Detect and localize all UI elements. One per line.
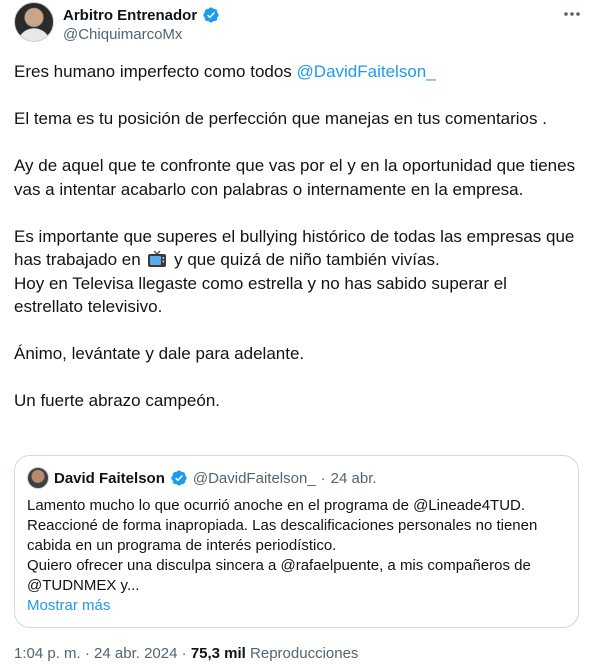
tweet-time[interactable]: 1:04 p. m. xyxy=(14,645,81,662)
tweet-paragraph: Ay de aquel que te confronte que vas por… xyxy=(14,156,576,199)
separator-dot: · xyxy=(320,469,326,487)
verified-badge-icon xyxy=(171,470,187,486)
mention-link[interactable]: @DavidFaitelson_ xyxy=(297,62,436,81)
tweet-paragraph: El tema es tu posición de perfección que… xyxy=(14,109,547,128)
tweet-paragraph: Eres humano imperfecto como todos @David… xyxy=(14,60,580,84)
separator-dot: · xyxy=(84,645,90,662)
verified-badge-icon[interactable] xyxy=(202,6,220,24)
tweet-body: Eres humano imperfecto como todos @David… xyxy=(14,60,580,413)
tweet-date[interactable]: 24 abr. 2024 xyxy=(94,645,177,662)
author-display-name[interactable]: Arbitro Entrenador xyxy=(63,7,197,24)
quoted-author-handle: @DavidFaitelson_ xyxy=(192,469,316,487)
tweet-metadata: 1:04 p. m. · 24 abr. 2024 · 75,3 mil Rep… xyxy=(14,645,358,662)
author-avatar[interactable] xyxy=(14,2,54,42)
separator-dot: · xyxy=(181,645,187,662)
tweet-paragraph: Ánimo, levántate y dale para adelante. xyxy=(14,344,305,363)
author-handle[interactable]: @ChiquimarcoMx xyxy=(63,26,182,43)
quoted-tweet-body: Lamento mucho lo que ocurrió anoche en e… xyxy=(27,496,562,616)
tweet-header: Arbitro Entrenador @ChiquimarcoMx xyxy=(14,0,584,50)
tweet-paragraph: Es importante que superes el bullying hi… xyxy=(14,225,580,319)
tweet-paragraph: Un fuerte abrazo campeón. xyxy=(14,391,221,410)
quoted-tweet-date: 24 abr. xyxy=(330,469,377,487)
quoted-tweet-line: Quiero ofrecer una disculpa sincera a @r… xyxy=(27,557,531,594)
quoted-tweet[interactable]: David Faitelson @DavidFaitelson_ · 24 ab… xyxy=(14,455,579,628)
tweet-text-span: Hoy en Televisa llegaste como estrella y… xyxy=(14,273,507,317)
quoted-author-name: David Faitelson xyxy=(54,469,165,487)
more-options-icon[interactable] xyxy=(562,6,582,22)
quoted-tweet-line: Reaccioné de forma inapropiada. Las desc… xyxy=(27,517,538,554)
tweet-text-span: y que quizá de niño también vivías. xyxy=(169,250,440,269)
television-emoji-icon xyxy=(148,250,167,267)
show-more-link[interactable]: Mostrar más xyxy=(27,596,562,616)
quoted-tweet-header: David Faitelson @DavidFaitelson_ · 24 ab… xyxy=(27,467,377,489)
quoted-author-avatar xyxy=(27,467,49,489)
tweet-text-span: Eres humano imperfecto como todos xyxy=(14,62,297,81)
view-count-label: Reproducciones xyxy=(250,645,359,662)
view-count: 75,3 mil xyxy=(190,645,246,662)
quoted-tweet-line: Lamento mucho lo que ocurrió anoche en e… xyxy=(27,497,526,514)
author-name-row: Arbitro Entrenador xyxy=(63,6,220,24)
